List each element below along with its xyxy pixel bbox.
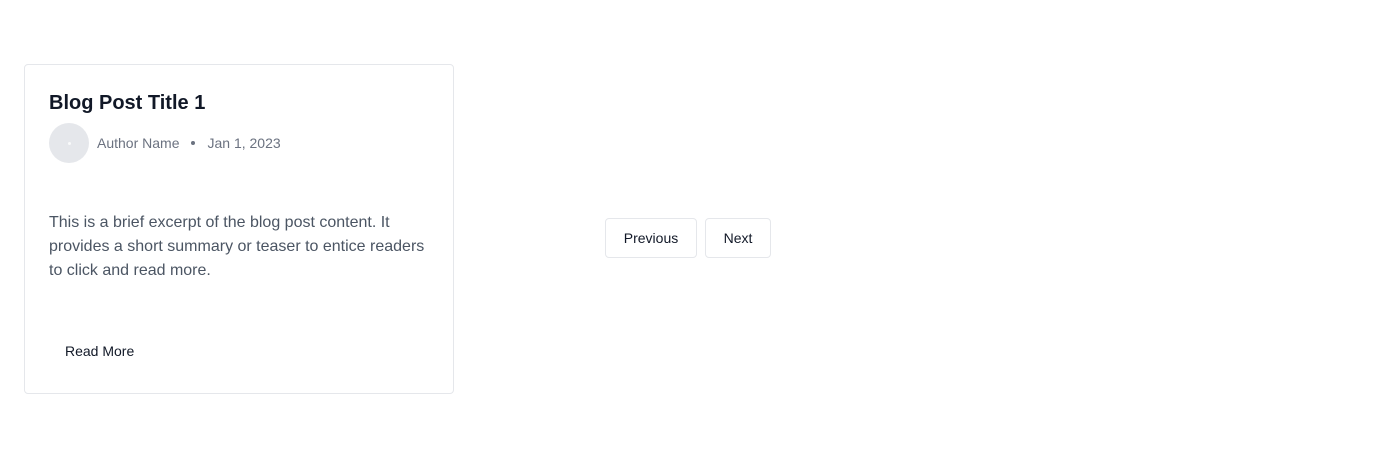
avatar-placeholder-icon xyxy=(67,141,71,145)
read-more-button[interactable]: Read More xyxy=(49,331,150,371)
blog-post-title: Blog Post Title 1 xyxy=(49,92,206,114)
blog-post-excerpt: This is a brief excerpt of the blog post… xyxy=(49,214,425,279)
pagination: Previous Next xyxy=(605,218,771,258)
post-date: Jan 1, 2023 xyxy=(207,135,281,151)
previous-page-button[interactable]: Previous xyxy=(605,218,697,258)
post-meta: Author Name Jan 1, 2023 xyxy=(49,123,281,163)
author-avatar xyxy=(49,123,89,163)
next-page-button[interactable]: Next xyxy=(705,218,771,258)
blog-post-card: Blog Post Title 1 Author Name Jan 1, 202… xyxy=(24,64,454,394)
separator-dot xyxy=(191,141,196,145)
blog-listing-page: Blog Post Title 1 Author Name Jan 1, 202… xyxy=(0,0,1376,460)
author-name: Author Name xyxy=(97,135,180,151)
